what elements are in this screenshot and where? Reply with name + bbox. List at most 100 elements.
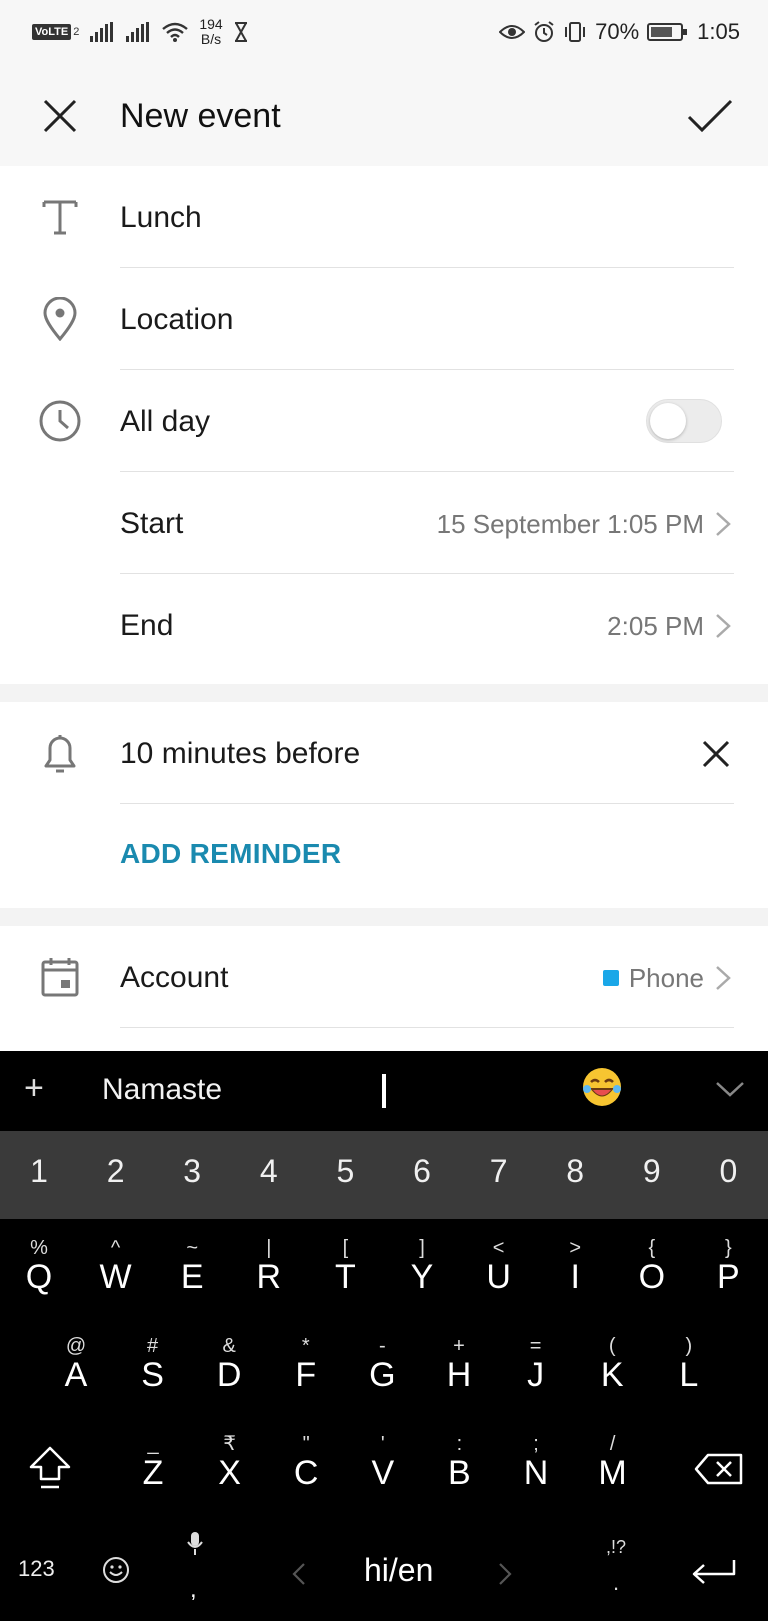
key-u[interactable]: < U	[462, 1237, 536, 1295]
punctuation-key-bottom: .	[612, 1570, 620, 1595]
location-row[interactable]: Location	[0, 268, 768, 370]
space-language-key[interactable]: hi/en	[364, 1552, 433, 1589]
key-5[interactable]: 5	[315, 1153, 375, 1190]
key-c[interactable]: " C	[269, 1433, 343, 1491]
smiley-icon[interactable]	[102, 1556, 130, 1584]
key-1[interactable]: 1	[9, 1153, 69, 1190]
key-secondary-label: ^	[110, 1237, 121, 1259]
reminder-label[interactable]: 10 minutes before	[120, 734, 360, 774]
key-h[interactable]: + H	[422, 1335, 496, 1393]
key-j[interactable]: = J	[499, 1335, 573, 1393]
close-button[interactable]	[38, 94, 82, 138]
chevron-down-icon[interactable]	[714, 1079, 746, 1099]
end-row[interactable]: End 2:05 PM	[0, 574, 768, 676]
network-speed-value: 194	[199, 16, 223, 32]
account-value[interactable]: Phone	[602, 960, 704, 996]
enter-icon[interactable]	[690, 1558, 738, 1588]
keyboard-number-row: 1234567890	[0, 1131, 768, 1219]
key-secondary-label: ;	[533, 1433, 539, 1455]
key-primary-label: Q	[25, 1258, 53, 1296]
microphone-icon	[187, 1532, 203, 1555]
key-y[interactable]: ] Y	[385, 1237, 459, 1295]
text-icon	[36, 193, 84, 241]
app-header: New event	[0, 64, 768, 166]
key-primary-label: O	[638, 1258, 666, 1296]
start-label: Start	[120, 507, 184, 540]
key-v[interactable]: ' V	[346, 1433, 420, 1491]
key-primary-label: U	[486, 1258, 511, 1296]
key-6[interactable]: 6	[392, 1153, 452, 1190]
key-f[interactable]: * F	[269, 1335, 343, 1393]
comma-mic-key[interactable]: ,	[180, 1530, 210, 1610]
account-row[interactable]: Account Phone	[0, 926, 768, 1028]
key-3[interactable]: 3	[162, 1153, 222, 1190]
close-icon	[43, 99, 77, 133]
all-day-toggle[interactable]	[646, 399, 722, 443]
checkmark-icon	[687, 99, 733, 133]
key-a[interactable]: @ A	[39, 1335, 113, 1393]
remove-reminder-icon[interactable]	[700, 738, 732, 770]
key-i[interactable]: > I	[538, 1237, 612, 1295]
key-secondary-label: @	[65, 1335, 87, 1357]
save-button[interactable]	[686, 94, 734, 138]
suggestion-word-i[interactable]	[382, 1074, 386, 1108]
location-input[interactable]: Location	[120, 300, 233, 340]
status-bar: VoLTE 2 194 B/s 70% 1:05	[0, 0, 768, 64]
key-t[interactable]: [T	[308, 1237, 382, 1295]
key-w[interactable]: ^ W	[79, 1237, 153, 1295]
key-k[interactable]: (K	[575, 1335, 649, 1393]
key-8[interactable]: 8	[545, 1153, 605, 1190]
key-e[interactable]: ~ E	[155, 1237, 229, 1295]
key-secondary-label: >	[569, 1237, 582, 1259]
add-reminder-button[interactable]: ADD REMINDER	[120, 838, 341, 870]
start-row[interactable]: Start 15 September 1:05 PM	[0, 472, 768, 574]
key-2[interactable]: 2	[86, 1153, 146, 1190]
key-m[interactable]: / M	[576, 1433, 650, 1491]
key-d[interactable]: & D	[192, 1335, 266, 1393]
key-g[interactable]: -G	[345, 1335, 419, 1393]
key-secondary-label: =	[529, 1335, 542, 1357]
key-0[interactable]: 0	[698, 1153, 758, 1190]
chevron-left-icon[interactable]	[292, 1562, 306, 1586]
punctuation-key[interactable]: ,!? .	[606, 1536, 626, 1594]
key-z[interactable]: _ Z	[116, 1433, 190, 1491]
key-secondary-label: }	[725, 1237, 732, 1259]
end-datetime[interactable]: 2:05 PM	[607, 608, 704, 644]
key-p[interactable]: } P	[691, 1237, 765, 1295]
key-q[interactable]: % Q	[2, 1237, 76, 1295]
backspace-icon[interactable]	[694, 1453, 744, 1485]
key-secondary-label: )	[685, 1335, 693, 1357]
key-secondary-label: ₹	[223, 1433, 236, 1455]
keyboard-plus-button[interactable]: +	[24, 1069, 44, 1108]
chevron-right-icon[interactable]	[498, 1562, 512, 1586]
key-b[interactable]: :B	[422, 1433, 496, 1491]
key-n[interactable]: ; N	[499, 1433, 573, 1491]
key-o[interactable]: {O	[615, 1237, 689, 1295]
location-pin-icon	[36, 295, 84, 343]
chevron-right-icon	[716, 966, 731, 990]
battery-icon	[647, 23, 688, 41]
key-7[interactable]: 7	[469, 1153, 529, 1190]
key-s[interactable]: # S	[116, 1335, 190, 1393]
key-primary-label: D	[216, 1356, 242, 1394]
section-gap	[0, 908, 768, 926]
keyboard-suggestion-bar: + Namaste	[0, 1051, 768, 1131]
key-primary-label: T	[335, 1258, 356, 1296]
key-9[interactable]: 9	[622, 1153, 682, 1190]
title-row[interactable]: Lunch	[0, 166, 768, 268]
key-x[interactable]: ₹ X	[193, 1433, 267, 1491]
reminder-row[interactable]: 10 minutes before	[0, 702, 768, 804]
toggle-knob	[650, 403, 686, 439]
key-secondary-label: "	[302, 1433, 310, 1455]
key-4[interactable]: 4	[239, 1153, 299, 1190]
laughing-emoji-icon[interactable]	[580, 1065, 624, 1109]
title-input[interactable]: Lunch	[120, 198, 202, 238]
shift-icon[interactable]	[28, 1445, 72, 1491]
key-l[interactable]: ) L	[652, 1335, 726, 1393]
key-r[interactable]: | R	[232, 1237, 306, 1295]
symbols-key[interactable]: 123	[18, 1556, 55, 1582]
suggestion-word[interactable]: Namaste	[102, 1073, 222, 1107]
chevron-right-icon	[716, 512, 731, 536]
key-secondary-label: [	[342, 1237, 349, 1259]
start-datetime[interactable]: 15 September 1:05 PM	[437, 506, 704, 542]
